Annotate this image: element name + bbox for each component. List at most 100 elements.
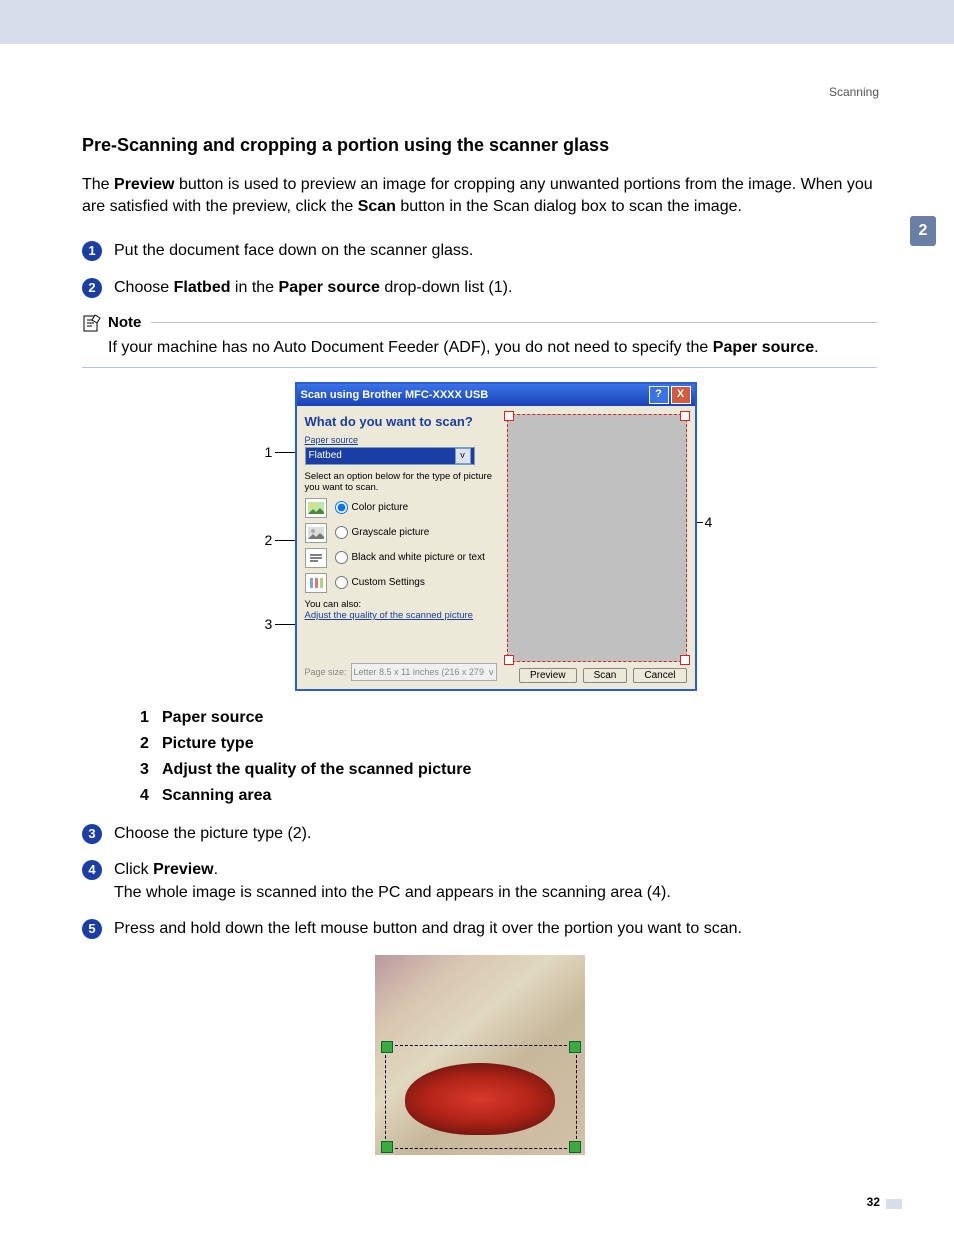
step-bullet: 1 xyxy=(82,241,102,261)
page-number-decoration xyxy=(886,1199,902,1209)
page-size-value: Letter 8.5 x 11 inches (216 x 279 xyxy=(354,667,484,677)
page-size-dropdown[interactable]: Letter 8.5 x 11 inches (216 x 279 v xyxy=(351,663,497,681)
text: . xyxy=(214,861,218,878)
text: Choose xyxy=(114,279,174,296)
adjust-quality-link[interactable]: Adjust the quality of the scanned pictur… xyxy=(305,610,499,621)
crop-handle[interactable] xyxy=(680,411,690,421)
text: in the xyxy=(230,279,278,296)
legend-text: Paper source xyxy=(162,709,263,727)
step-text: Click Preview. The whole image is scanne… xyxy=(114,859,877,904)
cancel-button[interactable]: Cancel xyxy=(633,668,686,683)
bw-text-icon xyxy=(305,548,327,568)
text: Click xyxy=(114,861,153,878)
step-5: 5 Press and hold down the left mouse but… xyxy=(82,918,877,940)
step-bullet: 3 xyxy=(82,824,102,844)
crop-handle[interactable] xyxy=(504,655,514,665)
intro-paragraph: The Preview button is used to preview an… xyxy=(82,174,877,218)
help-button[interactable]: ? xyxy=(649,386,669,404)
legend-row: 3Adjust the quality of the scanned pictu… xyxy=(140,761,877,779)
legend-row: 1Paper source xyxy=(140,709,877,727)
text: If your machine has no Auto Document Fee… xyxy=(108,339,713,356)
bold: Paper source xyxy=(279,279,380,296)
grayscale-picture-icon xyxy=(305,523,327,543)
legend-num: 1 xyxy=(140,709,162,727)
callout-4: 4 xyxy=(705,514,713,530)
chevron-down-icon[interactable]: v xyxy=(455,448,471,464)
option-color[interactable]: Color picture xyxy=(305,498,499,518)
you-can-also: You can also: xyxy=(305,599,499,610)
callout-2: 2 xyxy=(265,532,273,548)
legend-row: 4Scanning area xyxy=(140,787,877,805)
callout-3: 3 xyxy=(265,616,273,632)
step-3: 3 Choose the picture type (2). xyxy=(82,823,877,845)
legend-num: 4 xyxy=(140,787,162,805)
page-size-row: Page size: Letter 8.5 x 11 inches (216 x… xyxy=(305,663,497,681)
dialog-button-row: Preview Scan Cancel xyxy=(507,668,687,683)
note-head: Note xyxy=(82,313,877,333)
dialog-left-panel: What do you want to scan? Paper source F… xyxy=(305,414,499,683)
option-bw-label: Black and white picture or text xyxy=(352,552,485,563)
close-button[interactable]: X xyxy=(671,386,691,404)
note-icon xyxy=(82,313,102,333)
step-4: 4 Click Preview. The whole image is scan… xyxy=(82,859,877,904)
section-title: Pre-Scanning and cropping a portion usin… xyxy=(82,135,877,156)
legend-num: 3 xyxy=(140,761,162,779)
figure-legend: 1Paper source 2Picture type 3Adjust the … xyxy=(140,709,877,805)
legend-row: 2Picture type xyxy=(140,735,877,753)
crop-example-image xyxy=(375,955,585,1155)
scan-preview-area[interactable] xyxy=(507,414,687,662)
note-label: Note xyxy=(108,314,141,331)
text: drop-down list (1). xyxy=(380,279,513,296)
dialog-title-text: Scan using Brother MFC-XXXX USB xyxy=(301,389,489,401)
color-picture-icon xyxy=(305,498,327,518)
dialog-right-panel: Preview Scan Cancel xyxy=(499,414,687,683)
legend-text: Scanning area xyxy=(162,787,271,805)
scan-dialog: Scan using Brother MFC-XXXX USB ? X What… xyxy=(295,382,697,691)
paper-source-label: Paper source xyxy=(305,435,499,445)
option-bw-radio[interactable] xyxy=(335,551,348,564)
crop-handle[interactable] xyxy=(504,411,514,421)
dialog-titlebar[interactable]: Scan using Brother MFC-XXXX USB ? X xyxy=(297,384,695,406)
bold: Preview xyxy=(153,861,213,878)
text: button in the Scan dialog box to scan th… xyxy=(396,198,742,215)
select-prompt: Select an option below for the type of p… xyxy=(305,471,499,493)
crop-handle[interactable] xyxy=(381,1141,393,1153)
crop-handle[interactable] xyxy=(569,1141,581,1153)
custom-settings-icon xyxy=(305,573,327,593)
scan-button[interactable]: Scan xyxy=(583,668,628,683)
chevron-down-icon[interactable]: v xyxy=(489,667,494,677)
figure-scan-dialog: 1 2 3 4 Scan using Brother MFC-XXXX USB … xyxy=(265,382,695,697)
preview-button[interactable]: Preview xyxy=(519,668,577,683)
step-text: Put the document face down on the scanne… xyxy=(114,240,877,262)
running-header: Scanning xyxy=(829,85,879,99)
option-color-radio[interactable] xyxy=(335,501,348,514)
callout-line xyxy=(275,540,295,541)
paper-source-dropdown[interactable]: Flatbed v xyxy=(305,447,475,465)
dialog-question: What do you want to scan? xyxy=(305,414,499,429)
crop-handle[interactable] xyxy=(680,655,690,665)
bold: Paper source xyxy=(713,339,814,356)
page-number: 32 xyxy=(867,1195,880,1209)
crop-selection[interactable] xyxy=(385,1045,577,1149)
option-grayscale[interactable]: Grayscale picture xyxy=(305,523,499,543)
bold-scan: Scan xyxy=(358,198,396,215)
option-color-label: Color picture xyxy=(352,502,409,513)
option-custom-radio[interactable] xyxy=(335,576,348,589)
option-bw[interactable]: Black and white picture or text xyxy=(305,548,499,568)
text: . xyxy=(814,339,818,356)
crop-handle[interactable] xyxy=(569,1041,581,1053)
step-1: 1 Put the document face down on the scan… xyxy=(82,240,877,262)
option-custom[interactable]: Custom Settings xyxy=(305,573,499,593)
callout-line xyxy=(275,452,295,453)
legend-text: Adjust the quality of the scanned pictur… xyxy=(162,761,471,779)
legend-num: 2 xyxy=(140,735,162,753)
step-bullet: 2 xyxy=(82,278,102,298)
callout-1: 1 xyxy=(265,444,273,460)
option-grayscale-radio[interactable] xyxy=(335,526,348,539)
text: The whole image is scanned into the PC a… xyxy=(114,884,671,901)
legend-text: Picture type xyxy=(162,735,254,753)
note-text: If your machine has no Auto Document Fee… xyxy=(108,339,877,357)
crop-handle[interactable] xyxy=(381,1041,393,1053)
note-rule xyxy=(151,322,877,323)
step-text: Choose the picture type (2). xyxy=(114,823,877,845)
